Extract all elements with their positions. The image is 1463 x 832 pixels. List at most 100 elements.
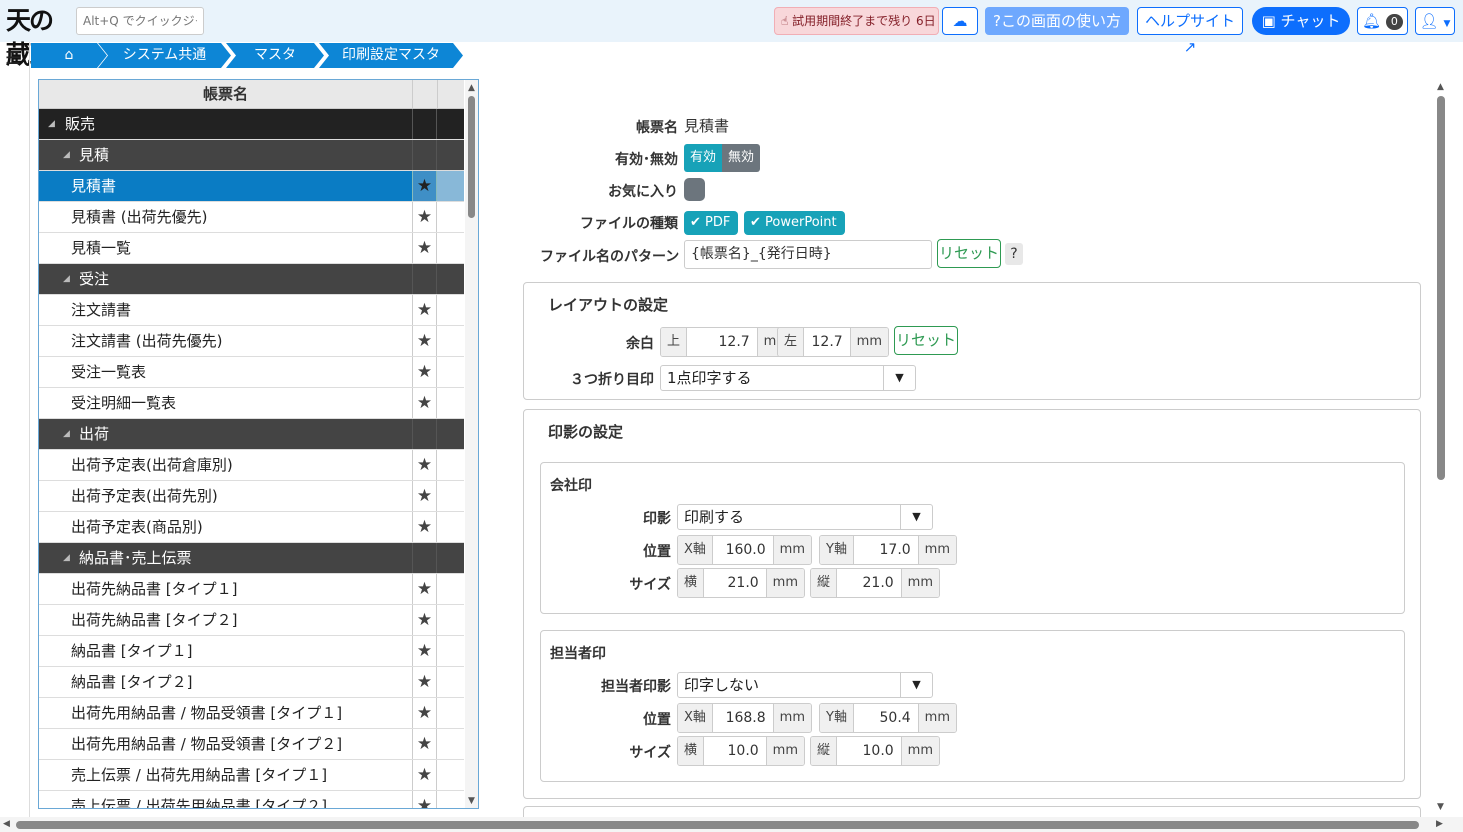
favorite-star-icon[interactable]: ★ <box>412 512 437 542</box>
tree-item[interactable]: 出荷先納品書 [タイプ１] ★ <box>39 574 464 605</box>
tree-item-label: 受注 <box>79 270 110 288</box>
file-type-pdf-toggle[interactable]: ✔ PDF <box>684 211 739 235</box>
tree-scrollbar[interactable]: ▲ ▼ <box>465 80 478 808</box>
tree-item[interactable]: 見積書 (出荷先優先) ★ <box>39 202 464 233</box>
tree-item-label: 出荷先納品書 [タイプ１] <box>71 580 238 598</box>
filename-pattern-input[interactable]: {帳票名}_{発行日時} <box>684 240 932 269</box>
scroll-left-icon[interactable]: ◀ <box>3 819 10 829</box>
company-x-input[interactable]: 160.0 <box>712 536 773 564</box>
tree-category[interactable]: ◢ 販売 ★ <box>39 109 464 140</box>
margin-top-input[interactable]: 12.7 <box>687 328 757 356</box>
tree-item[interactable]: 売上伝票 / 出荷先用納品書 [タイプ２] ★ <box>39 791 464 808</box>
scroll-right-icon[interactable]: ▶ <box>1436 819 1443 829</box>
tree-item[interactable]: 受注一覧表 ★ <box>39 357 464 388</box>
margin-left-input[interactable]: 12.7 <box>804 328 850 356</box>
app-logo[interactable]: 天の蔵 <box>6 4 70 69</box>
tree-category[interactable]: ◢ 見積 ★ <box>39 140 464 171</box>
how-to-use-button[interactable]: ?この画面の使い方 <box>985 7 1129 35</box>
notifications-button[interactable]: 🔔︎ 0 <box>1357 7 1408 35</box>
scroll-up-icon[interactable]: ▲ <box>1437 82 1444 92</box>
tree-scroll-thumb[interactable] <box>468 96 475 218</box>
favorite-checkbox[interactable] <box>684 178 705 201</box>
favorite-star-icon[interactable]: ★ <box>412 729 437 759</box>
tree-category[interactable]: ◢ 出荷 ★ <box>39 419 464 450</box>
enabled-off-option[interactable]: 無効 <box>722 144 761 172</box>
scroll-down-icon[interactable]: ▼ <box>1437 802 1444 812</box>
favorite-star-icon[interactable]: ★ <box>412 388 437 418</box>
favorite-star-icon[interactable]: ★ <box>412 667 437 697</box>
breadcrumb-master[interactable]: マスタ <box>226 43 324 68</box>
scroll-down-icon[interactable]: ▼ <box>468 796 475 806</box>
filename-help-button[interactable]: ? <box>1005 243 1023 265</box>
tree-item[interactable]: 出荷予定表(出荷倉庫別) ★ <box>39 450 464 481</box>
help-site-button[interactable]: ヘルプサイト ↗ <box>1137 7 1243 56</box>
tree-category[interactable]: ◢ 受注 ★ <box>39 264 464 295</box>
download-button[interactable]: ☁ <box>942 7 978 35</box>
trial-notice-badge[interactable]: ☝ 試用期間終了まで残り 6日 <box>774 7 939 35</box>
person-x-input[interactable]: 168.8 <box>712 704 773 732</box>
person-h-input[interactable]: 10.0 <box>837 737 901 765</box>
person-y-input[interactable]: 50.4 <box>853 704 918 732</box>
person-w-input[interactable]: 10.0 <box>704 737 766 765</box>
favorite-star-icon[interactable]: ★ <box>412 202 437 232</box>
margin-reset-button[interactable]: リセット <box>894 326 958 355</box>
tree-item[interactable]: 出荷先用納品書 / 物品受領書 [タイプ１] ★ <box>39 698 464 729</box>
favorite-star-icon[interactable]: ★ <box>412 357 437 387</box>
tree-item[interactable]: 納品書 [タイプ１] ★ <box>39 636 464 667</box>
tree-item[interactable]: 出荷予定表(商品別) ★ <box>39 512 464 543</box>
favorite-star-icon[interactable]: ★ <box>412 481 437 511</box>
tree-item[interactable]: 受注明細一覧表 ★ <box>39 388 464 419</box>
scroll-up-icon[interactable]: ▲ <box>468 83 475 93</box>
favorite-star-icon[interactable]: ★ <box>412 760 437 790</box>
tree-item-label: 注文請書 (出荷先優先) <box>71 332 223 350</box>
favorite-star-icon[interactable]: ★ <box>412 574 437 604</box>
enabled-on-option[interactable]: 有効 <box>684 144 723 172</box>
quick-jump-input[interactable] <box>76 7 204 35</box>
favorite-star-icon[interactable]: ★ <box>412 791 437 808</box>
favorite-star-icon[interactable]: ★ <box>412 698 437 728</box>
main-scrollbar[interactable]: ▲ ▼ <box>1433 80 1449 815</box>
person-h-unit: mm <box>900 737 939 765</box>
favorite-star-icon[interactable]: ★ <box>412 171 437 201</box>
tree-item[interactable]: 見積書 ★ <box>39 171 464 202</box>
company-y-input[interactable]: 17.0 <box>853 536 918 564</box>
collapse-triangle-icon[interactable]: ◢ <box>48 109 55 139</box>
person-stamp-title: 担当者印 <box>550 646 606 662</box>
collapse-triangle-icon[interactable]: ◢ <box>63 264 70 294</box>
collapse-triangle-icon[interactable]: ◢ <box>63 419 70 449</box>
main-scroll-thumb[interactable] <box>1437 96 1445 480</box>
tree-item[interactable]: 納品書 [タイプ２] ★ <box>39 667 464 698</box>
filename-reset-button[interactable]: リセット <box>937 239 1001 268</box>
horizontal-scrollbar[interactable]: ◀ ▶ <box>0 817 1463 832</box>
tree-item[interactable]: 出荷先用納品書 / 物品受領書 [タイプ２] ★ <box>39 729 464 760</box>
chat-button[interactable]: ▣ チャット <box>1252 7 1350 35</box>
tree-item[interactable]: 見積一覧 ★ <box>39 233 464 264</box>
fold-mark-select[interactable]: 1点印字する ▼ <box>660 365 916 391</box>
tree-item[interactable]: 出荷先納品書 [タイプ２] ★ <box>39 605 464 636</box>
breadcrumb-system-common[interactable]: システム共通 <box>98 43 231 68</box>
tree-item[interactable]: 注文請書 ★ <box>39 295 464 326</box>
horizontal-scroll-thumb[interactable] <box>16 821 1419 829</box>
favorite-star-icon[interactable]: ★ <box>412 450 437 480</box>
user-menu-button[interactable]: 👤︎ ▼ <box>1415 7 1455 35</box>
tree-item[interactable]: 出荷予定表(出荷先別) ★ <box>39 481 464 512</box>
enabled-toggle[interactable]: 有効 無効 <box>684 144 761 172</box>
breadcrumb-home[interactable]: ⌂ <box>31 43 107 68</box>
company-h-input[interactable]: 21.0 <box>837 569 901 597</box>
favorite-star-icon[interactable]: ★ <box>412 326 437 356</box>
favorite-star-icon[interactable]: ★ <box>412 605 437 635</box>
tree-item[interactable]: 注文請書 (出荷先優先) ★ <box>39 326 464 357</box>
favorite-star-icon[interactable]: ★ <box>412 636 437 666</box>
tree-item-label: 受注明細一覧表 <box>71 394 177 412</box>
file-type-ppt-toggle[interactable]: ✔ PowerPoint <box>744 211 845 235</box>
company-w-input[interactable]: 21.0 <box>704 569 766 597</box>
favorite-star-icon[interactable]: ★ <box>412 295 437 325</box>
tree-category[interactable]: ◢ 納品書･売上伝票 ★ <box>39 543 464 574</box>
collapse-triangle-icon[interactable]: ◢ <box>63 140 70 170</box>
favorite-star-icon[interactable]: ★ <box>412 233 437 263</box>
company-stamp-select[interactable]: 印刷する ▼ <box>677 504 933 530</box>
tree-item[interactable]: 売上伝票 / 出荷先用納品書 [タイプ１] ★ <box>39 760 464 791</box>
person-stamp-select[interactable]: 印字しない ▼ <box>677 672 933 698</box>
collapse-triangle-icon[interactable]: ◢ <box>63 543 70 573</box>
menu-toggle-icon[interactable]: ☰ <box>5 50 25 68</box>
